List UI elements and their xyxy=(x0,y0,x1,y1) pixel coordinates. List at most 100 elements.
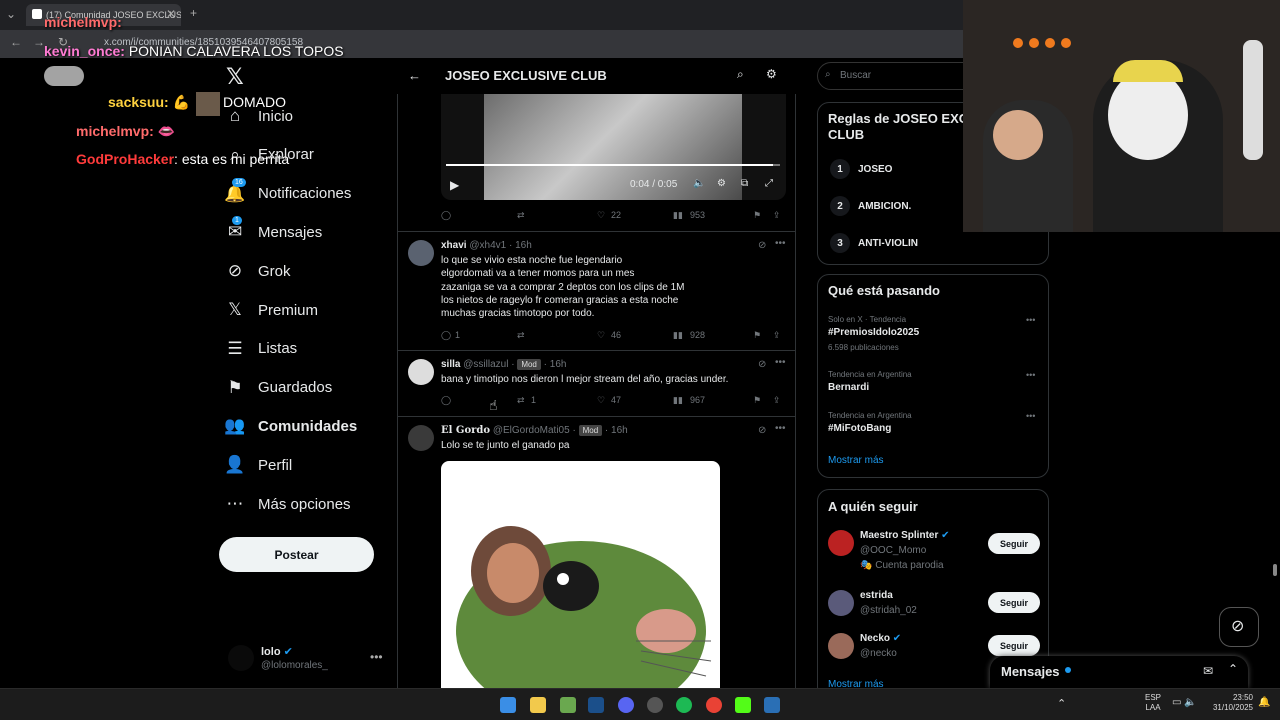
reply-icon[interactable]: ◯ xyxy=(441,395,451,406)
new-tab-icon[interactable]: + xyxy=(190,6,197,20)
avatar[interactable] xyxy=(408,240,434,266)
back-arrow-icon[interactable]: ← xyxy=(408,68,421,83)
grok-button[interactable]: ⊘ xyxy=(1219,607,1259,647)
bookmark-icon[interactable]: ⚑ xyxy=(753,330,761,341)
spotify-icon[interactable] xyxy=(676,697,692,713)
avatar[interactable] xyxy=(828,530,854,556)
play-icon[interactable]: ▶ xyxy=(450,178,459,192)
share-icon[interactable]: ⇪ xyxy=(773,330,781,341)
nav-item-premium[interactable]: 𝕏 Premium xyxy=(222,292,318,328)
grok-icon[interactable]: ⊘ xyxy=(758,425,766,436)
chrome-icon[interactable] xyxy=(706,697,722,713)
steam-icon[interactable] xyxy=(588,697,604,713)
like-icon[interactable]: ♡ xyxy=(597,395,605,406)
notification-icon[interactable]: 🔔 xyxy=(1258,697,1270,708)
search-icon[interactable]: ⌕ xyxy=(737,67,744,82)
nav-item-notificaciones[interactable]: 🔔 16 Notificaciones xyxy=(222,176,351,212)
follow-button[interactable]: Seguir xyxy=(988,635,1040,656)
video-player[interactable]: ▶ 0:04 / 0:05 🔈 ⚙ ⧉ ⤢ xyxy=(441,94,786,200)
share-icon[interactable]: ⇪ xyxy=(773,210,781,221)
search-input[interactable]: Buscar xyxy=(817,62,977,90)
retweet-icon[interactable]: ⇄ xyxy=(517,395,525,406)
x-logo-icon[interactable]: 𝕏 xyxy=(226,64,244,90)
nav-item-más-opciones[interactable]: ⋯ Más opciones xyxy=(222,486,351,522)
gear-icon[interactable]: ⚙ xyxy=(717,178,726,189)
grok-icon[interactable]: ⊘ xyxy=(758,240,766,251)
like-icon[interactable]: ♡ xyxy=(597,210,605,221)
views-icon[interactable]: ▮▮ xyxy=(673,330,683,341)
expand-icon[interactable]: ⌃ xyxy=(1228,662,1238,676)
file-explorer-icon[interactable] xyxy=(530,697,546,713)
kick-icon[interactable] xyxy=(735,697,751,713)
trend-name[interactable]: #PremiosIdolo2025 xyxy=(828,327,919,338)
follow-button[interactable]: Seguir xyxy=(988,533,1040,554)
tab-menu-icon[interactable]: ⌄ xyxy=(6,7,16,21)
obs-icon[interactable] xyxy=(647,697,663,713)
settings-icon[interactable]: ⚙ xyxy=(766,67,777,81)
retweet-icon[interactable]: ⇄ xyxy=(517,210,525,221)
more-icon[interactable]: ••• xyxy=(775,238,786,249)
follow-button[interactable]: Seguir xyxy=(988,592,1040,613)
bookmark-icon: ⚑ xyxy=(227,377,243,397)
follow-name[interactable]: estrida xyxy=(860,590,893,601)
grok-icon[interactable]: ⊘ xyxy=(758,359,766,370)
tweet-xhavi[interactable]: xhavi @xh4v1 · 16h ⊘ ••• lo que se vivio… xyxy=(398,232,795,351)
show-more-link[interactable]: Mostrar más xyxy=(828,455,884,466)
scrollbar-thumb[interactable] xyxy=(1273,564,1277,576)
avatar[interactable] xyxy=(408,359,434,385)
tray-icons[interactable]: ▭ 🔈 xyxy=(1172,697,1197,708)
discord-icon[interactable] xyxy=(618,697,634,713)
tray-chevron-icon[interactable]: ⌃ xyxy=(1057,697,1066,710)
more-icon[interactable]: ••• xyxy=(1026,370,1035,380)
post-button[interactable]: Postear xyxy=(219,537,374,572)
app-icon[interactable] xyxy=(560,697,576,713)
nav-item-guardados[interactable]: ⚑ Guardados xyxy=(222,370,332,406)
close-tab-icon[interactable]: ✕ xyxy=(166,7,176,21)
start-icon[interactable] xyxy=(500,697,516,713)
follow-name[interactable]: Maestro Splinter ✔ xyxy=(860,530,950,541)
more-icon[interactable]: ••• xyxy=(775,423,786,434)
messages-dock[interactable]: Mensajes ✉ ⌃ xyxy=(990,656,1248,688)
reply-icon[interactable]: ◯ xyxy=(441,210,451,221)
more-icon[interactable]: ••• xyxy=(1026,315,1035,325)
language-indicator[interactable]: ESP LAA xyxy=(1145,693,1161,713)
avatar[interactable] xyxy=(408,425,434,451)
trends-title: Qué está pasando xyxy=(828,283,940,298)
nav-item-mensajes[interactable]: ✉ 1 Mensajes xyxy=(222,214,322,250)
avatar[interactable] xyxy=(828,633,854,659)
new-message-icon[interactable]: ✉ xyxy=(1203,664,1213,678)
views-icon[interactable]: ▮▮ xyxy=(673,395,683,406)
nav-item-grok[interactable]: ⊘ Grok xyxy=(222,253,291,289)
account-avatar[interactable] xyxy=(228,645,254,671)
follow-name[interactable]: Necko ✔ xyxy=(860,633,901,644)
tweet-silla[interactable]: silla @ssillazul · Mod · 16h ⊘ ••• bana … xyxy=(398,351,795,417)
trend-name[interactable]: Bernardi xyxy=(828,382,869,393)
trend-name[interactable]: #MiFotoBang xyxy=(828,423,891,434)
nav-item-comunidades[interactable]: 👥 Comunidades xyxy=(222,408,357,444)
tweet-elgordo[interactable]: El Gordo @ElGordoMati05 · Mod · 16h ⊘ ••… xyxy=(398,417,795,688)
rule-number: 2 xyxy=(830,196,850,216)
nav-item-perfil[interactable]: 👤 Perfil xyxy=(222,447,292,483)
avatar[interactable] xyxy=(828,590,854,616)
reply-icon[interactable]: ◯ xyxy=(441,330,451,341)
clock[interactable]: 23:50 31/10/2025 xyxy=(1205,693,1253,713)
account-more-icon[interactable]: ••• xyxy=(370,650,383,664)
like-icon[interactable]: ♡ xyxy=(597,330,605,341)
more-icon[interactable]: ••• xyxy=(1026,411,1035,421)
video-progress-track[interactable] xyxy=(446,164,780,166)
back-icon[interactable]: ← xyxy=(10,35,22,49)
bookmark-icon[interactable]: ⚑ xyxy=(753,210,761,221)
rat-image[interactable] xyxy=(441,461,720,688)
retweet-icon[interactable]: ⇄ xyxy=(517,330,525,341)
volume-icon[interactable]: 🔈 xyxy=(693,178,705,189)
steam-app-icon[interactable] xyxy=(764,697,780,713)
views-icon[interactable]: ▮▮ xyxy=(673,210,683,221)
share-icon[interactable]: ⇪ xyxy=(773,395,781,406)
retweet-count: 1 xyxy=(531,395,537,405)
tweet-video[interactable]: ▶ 0:04 / 0:05 🔈 ⚙ ⧉ ⤢ ◯ ⇄ ♡ 22 ▮▮ 953 ⚑ … xyxy=(398,94,795,232)
fullscreen-icon[interactable]: ⤢ xyxy=(765,178,773,189)
pip-icon[interactable]: ⧉ xyxy=(741,178,748,189)
nav-item-listas[interactable]: ☰ Listas xyxy=(222,331,297,367)
bookmark-icon[interactable]: ⚑ xyxy=(753,395,761,406)
more-icon[interactable]: ••• xyxy=(775,357,786,368)
